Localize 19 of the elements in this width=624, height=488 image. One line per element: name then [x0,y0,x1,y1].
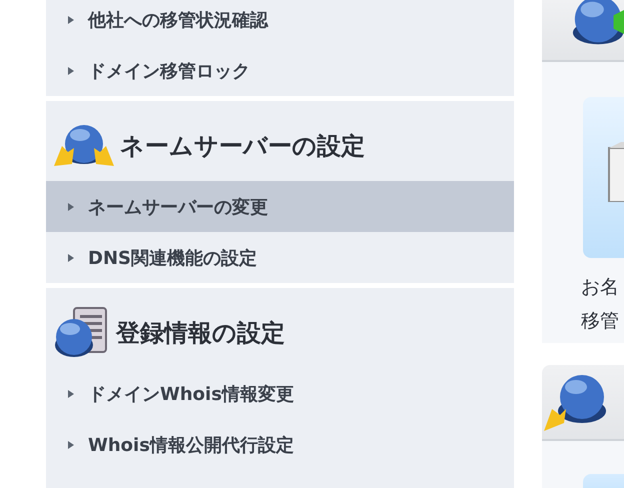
section-title: 登録情報の設定 [116,318,285,349]
menu-item[interactable]: ドメインWhois情報変更 [46,368,514,419]
card-text: 移管 [581,309,620,334]
globe-icon [54,124,114,168]
bullet-icon [68,66,74,74]
menu-item[interactable]: Whois情報公開代行設定 [46,419,514,470]
bullet-icon [68,202,74,210]
bullet-icon [68,254,74,262]
menu-item[interactable]: ドメイン移管ロック [46,45,514,96]
bullet-icon [68,390,74,398]
menu-item[interactable]: DNS関連機能の設定 [46,232,514,283]
section-title: ネームサーバーの設定 [120,131,365,162]
globe-document-icon [54,307,110,359]
menu-item[interactable]: ネームサーバーの変更 [46,181,514,232]
card-text: お名 [581,275,620,300]
menu-item[interactable]: 他社への移管状況確認 [46,0,514,45]
bullet-icon [68,440,74,448]
bullet-icon [68,16,74,24]
document-icon [607,142,624,202]
